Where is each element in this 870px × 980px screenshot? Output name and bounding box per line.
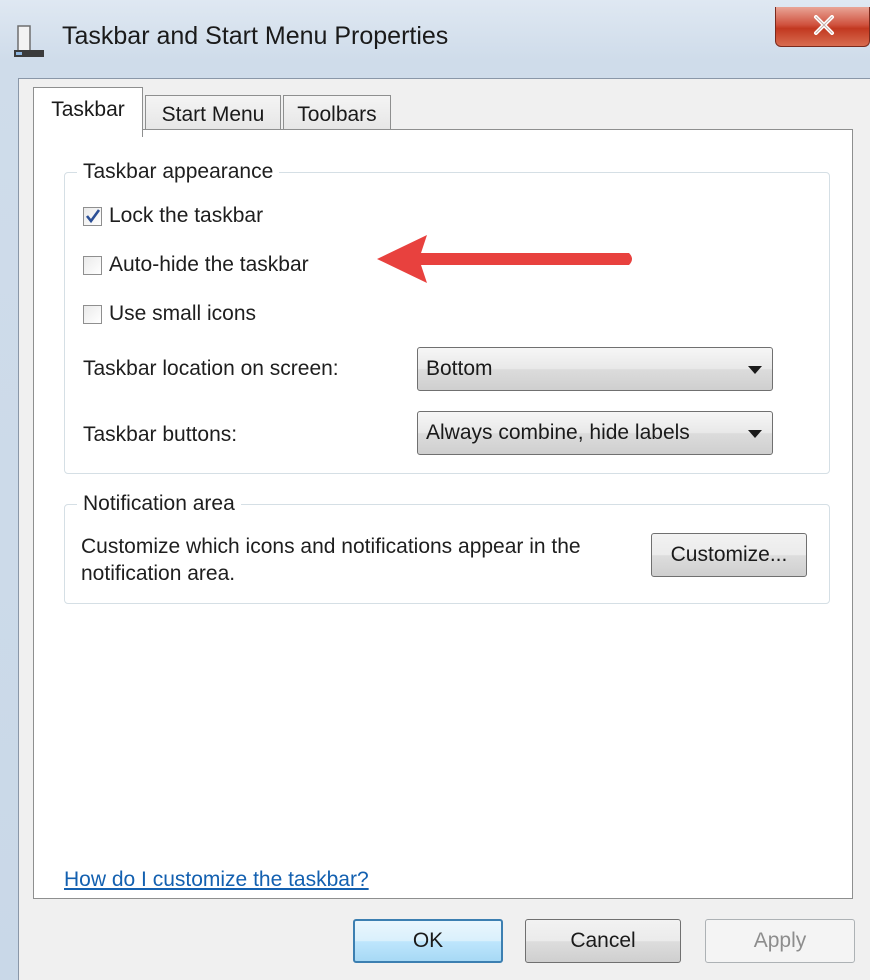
lock-taskbar-label: Lock the taskbar bbox=[109, 204, 264, 227]
dialog-client-area: Taskbar Start Menu Toolbars Taskbar appe… bbox=[18, 78, 870, 980]
lock-taskbar-option[interactable]: Lock the taskbar bbox=[83, 201, 263, 231]
dropdown-arrow-icon bbox=[748, 366, 762, 374]
buttons-select[interactable]: Always combine, hide labels bbox=[417, 411, 773, 455]
red-arrow-icon bbox=[377, 235, 632, 283]
group-legend-notification: Notification area bbox=[77, 491, 241, 517]
checkmark-icon bbox=[85, 208, 101, 223]
dropdown-arrow-icon bbox=[748, 430, 762, 438]
location-select[interactable]: Bottom bbox=[417, 347, 773, 391]
notification-description: Customize which icons and notifications … bbox=[81, 535, 581, 585]
taskbar-appearance-group: Taskbar appearance Lock the taskbar Auto… bbox=[64, 159, 830, 474]
location-select-value: Bottom bbox=[426, 357, 493, 380]
title-bar[interactable]: Taskbar and Start Menu Properties bbox=[0, 0, 870, 80]
close-x-icon bbox=[814, 15, 834, 35]
small-icons-checkbox[interactable] bbox=[83, 304, 102, 324]
help-link[interactable]: How do I customize the taskbar? bbox=[64, 868, 369, 892]
apply-button[interactable]: Apply bbox=[705, 919, 855, 963]
small-icons-label: Use small icons bbox=[109, 302, 257, 325]
window-title: Taskbar and Start Menu Properties bbox=[62, 22, 449, 50]
notification-area-group: Notification area Customize which icons … bbox=[64, 491, 830, 604]
taskbar-window-icon bbox=[14, 24, 44, 58]
ok-button[interactable]: OK bbox=[353, 919, 503, 963]
close-button[interactable] bbox=[775, 7, 870, 47]
buttons-label: Taskbar buttons: bbox=[83, 423, 238, 446]
auto-hide-label: Auto-hide the taskbar bbox=[109, 253, 309, 276]
tab-taskbar[interactable]: Taskbar bbox=[33, 87, 143, 137]
cancel-button[interactable]: Cancel bbox=[525, 919, 681, 963]
group-legend-appearance: Taskbar appearance bbox=[77, 159, 280, 185]
auto-hide-option[interactable]: Auto-hide the taskbar bbox=[83, 250, 309, 280]
small-icons-option[interactable]: Use small icons bbox=[83, 299, 256, 329]
lock-taskbar-checkbox[interactable] bbox=[83, 206, 102, 226]
dialog-window: Taskbar and Start Menu Properties Taskba… bbox=[0, 0, 870, 980]
customize-button[interactable]: Customize... bbox=[651, 533, 807, 577]
auto-hide-checkbox[interactable] bbox=[83, 255, 102, 275]
buttons-select-value: Always combine, hide labels bbox=[426, 421, 690, 444]
location-label: Taskbar location on screen: bbox=[83, 357, 339, 380]
